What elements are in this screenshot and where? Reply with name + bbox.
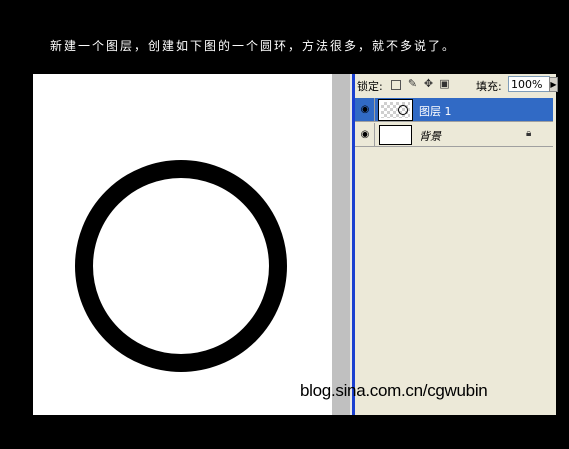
lock-paint-icon[interactable]: ✎ [407,78,418,89]
layer-name[interactable]: 背景 [419,128,441,144]
lock-toolbar: 锁定: ✎ ✥ ▣ 填充: 100% ▶ [355,74,558,96]
visibility-eye-icon[interactable]: ◉ [359,104,371,116]
layer-row-layer1[interactable]: ◉ 图层 1 [355,98,553,122]
lock-label: 锁定: [357,80,383,93]
layer-thumbnail [379,125,412,145]
layer-name[interactable]: 图层 1 [419,103,452,119]
fill-input[interactable]: 100% [508,76,550,92]
thumbnail-ring-icon [398,105,408,115]
ring-shape [75,160,287,372]
document-canvas[interactable] [33,74,332,415]
row-separator [374,123,375,147]
fill-label: 填充: [476,80,502,93]
visibility-eye-icon[interactable]: ◉ [359,129,371,141]
tutorial-caption: 新建一个图层，创建如下图的一个圆环，方法很多，就不多说了。 [50,39,457,53]
row-separator [374,98,375,122]
layer-thumbnail [378,99,413,121]
layers-panel: 锁定: ✎ ✥ ▣ 填充: 100% ▶ ◉ 图层 1 ◉ 背景 🔒︎ [352,74,558,415]
fill-dropdown-arrow-icon[interactable]: ▶ [549,77,558,92]
lock-move-icon[interactable]: ✥ [423,78,434,89]
lock-transparent-icon[interactable] [391,80,401,90]
layer-row-background[interactable]: ◉ 背景 🔒︎ [355,123,553,147]
canvas-gutter [332,74,350,415]
lock-icon: 🔒︎ [526,128,532,139]
lock-all-icon[interactable]: ▣ [439,78,450,89]
watermark-text: blog.sina.com.cn/cgwubin [300,381,488,400]
